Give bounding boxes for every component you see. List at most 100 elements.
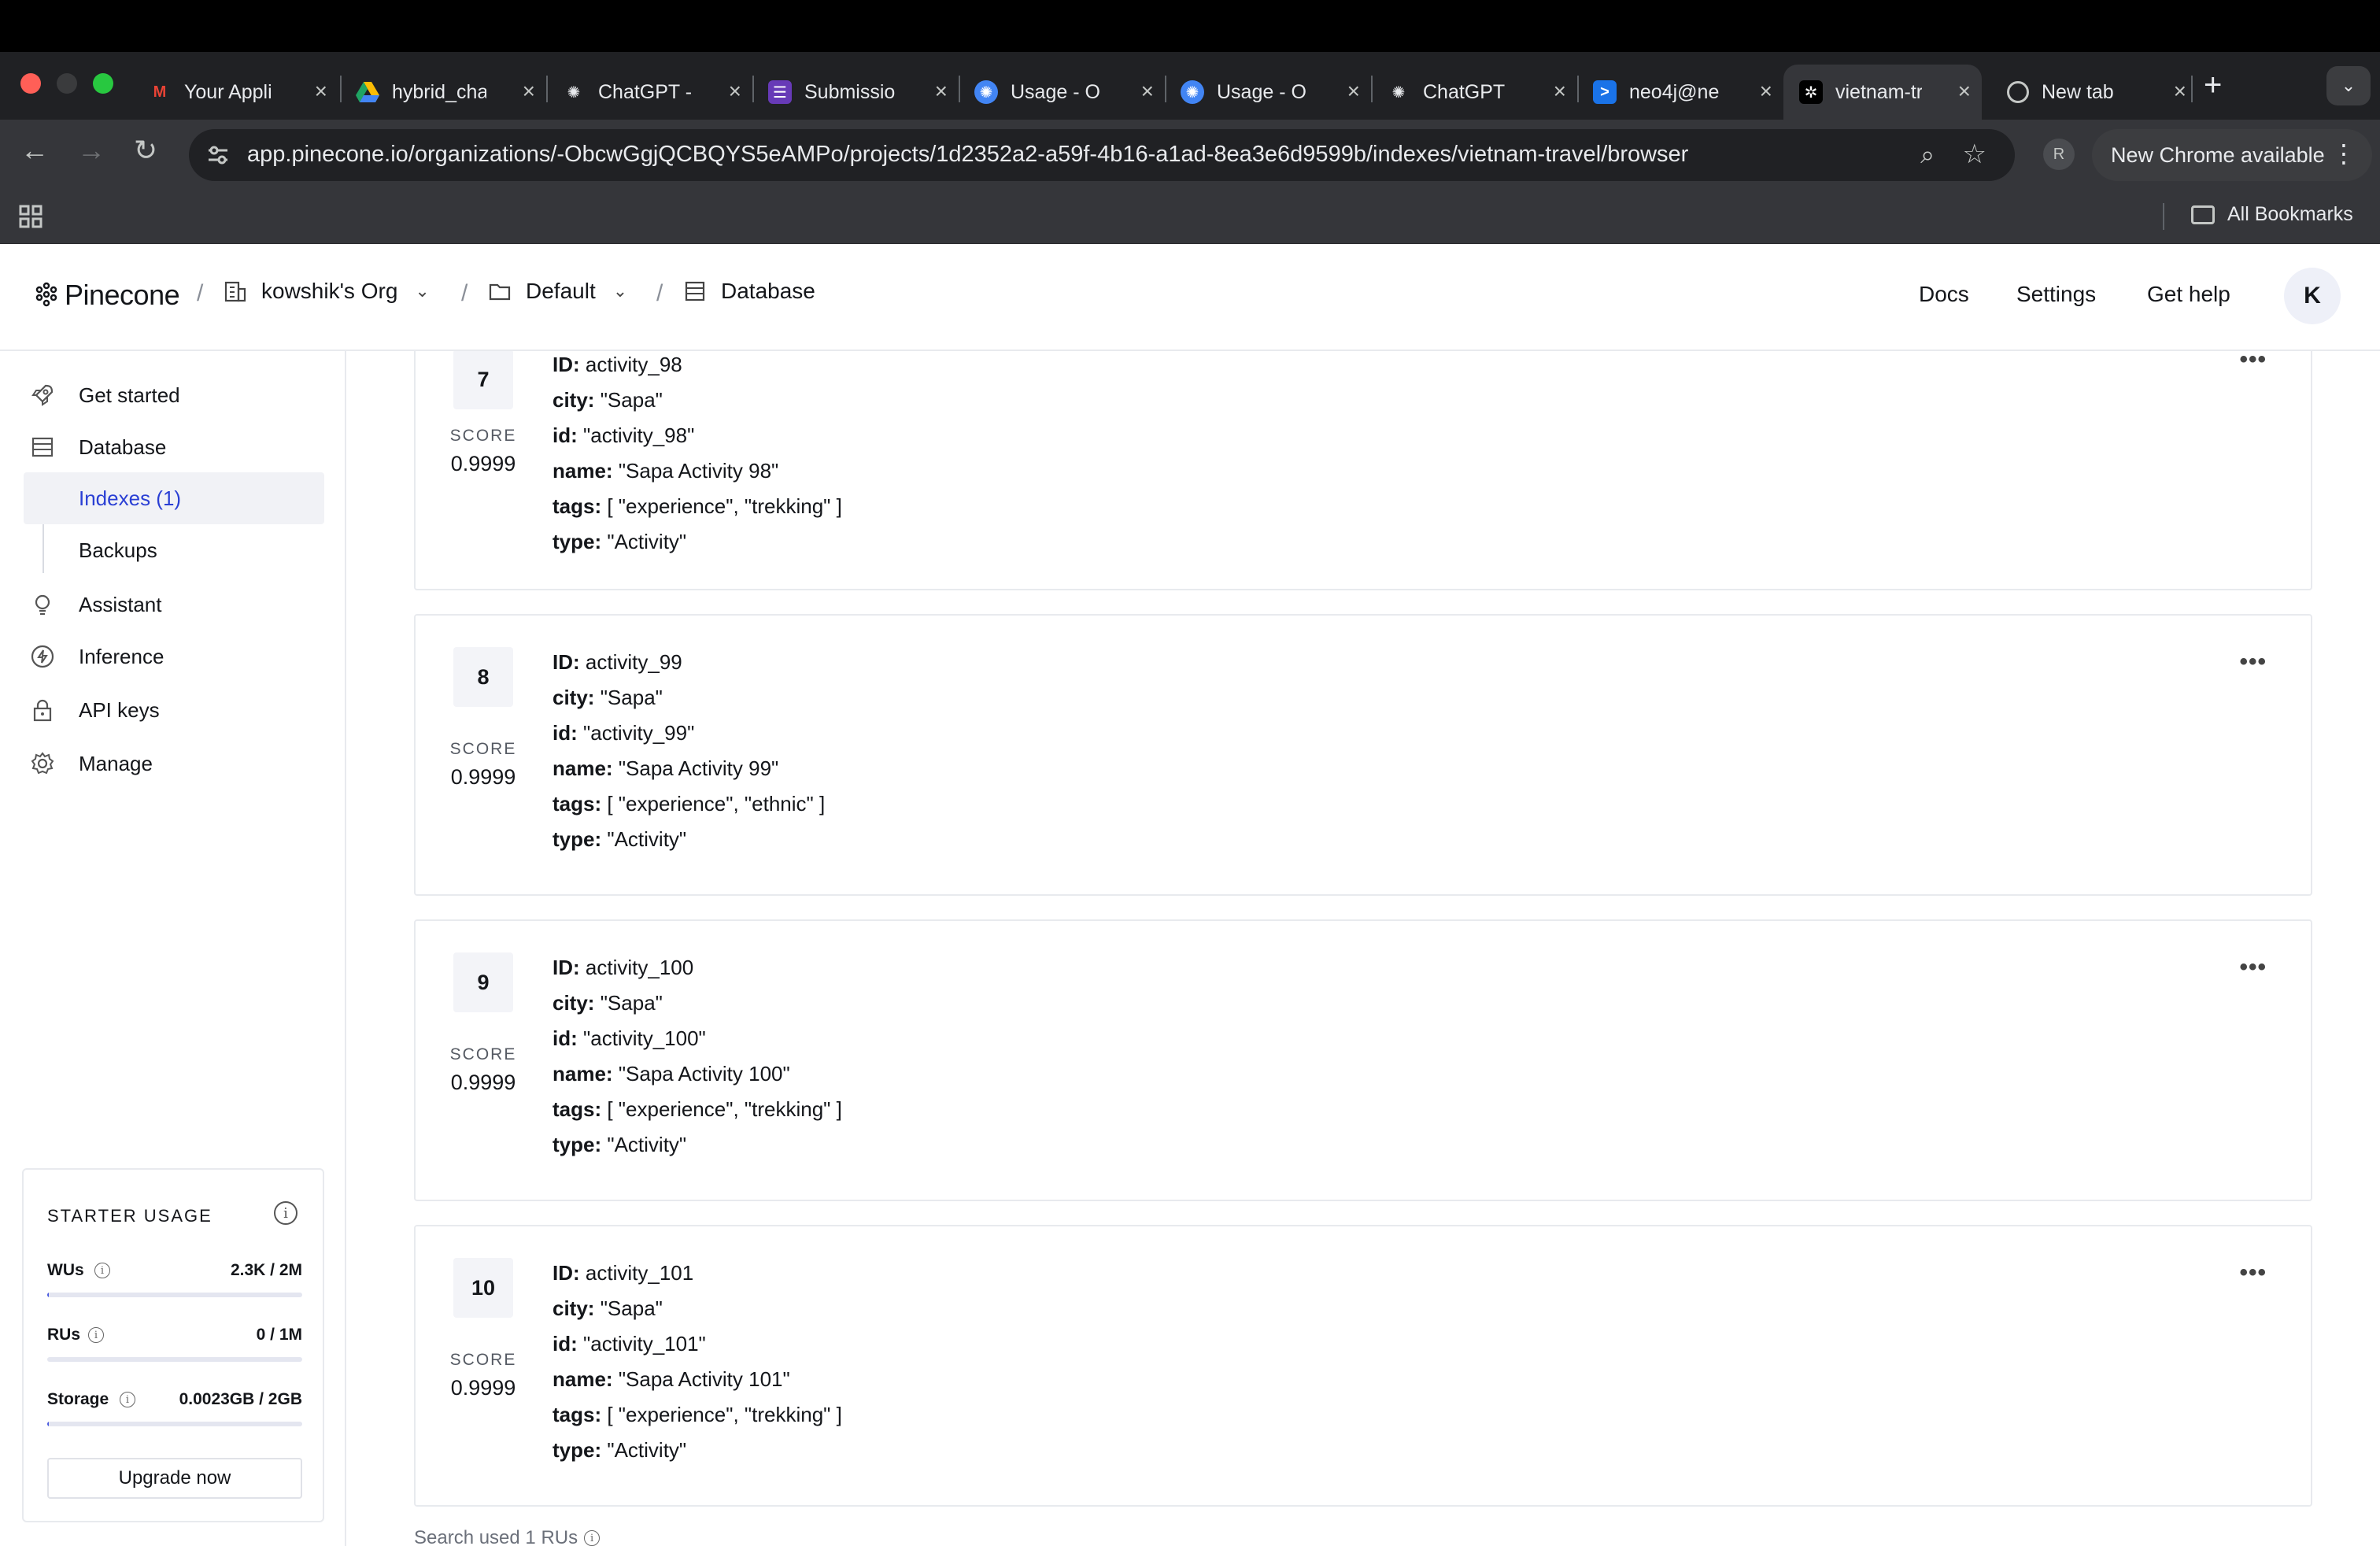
browser-tab[interactable]: ✺ Usage - O × — [959, 65, 1165, 120]
sidebar-item-backups[interactable]: Backups — [24, 524, 324, 576]
tab-search-button[interactable]: ⌄ — [2326, 66, 2371, 105]
minimize-window-button[interactable] — [57, 73, 77, 94]
close-tab-icon[interactable]: × — [315, 79, 327, 104]
forward-button[interactable]: → — [77, 134, 105, 167]
user-avatar[interactable]: K — [2284, 268, 2341, 324]
close-window-button[interactable] — [20, 73, 41, 94]
field-row-city: city: "Sapa" — [552, 686, 663, 709]
close-tab-icon[interactable]: × — [1141, 79, 1154, 104]
sidebar-item-api-keys[interactable]: API keys — [30, 697, 160, 723]
usage-bar-fill — [47, 1422, 49, 1426]
chatgpt-icon: ✺ — [1391, 83, 1406, 102]
close-tab-icon[interactable]: × — [1347, 79, 1360, 104]
get-help-link[interactable]: Get help — [2147, 282, 2230, 307]
more-options-icon[interactable]: ••• — [2239, 649, 2267, 675]
chevron-down-icon: ⌄ — [612, 281, 628, 301]
all-bookmarks-button[interactable]: All Bookmarks — [2191, 203, 2353, 226]
field-row-type: type: "Activity" — [552, 1133, 687, 1156]
system-menu-bar — [0, 0, 2380, 52]
breadcrumb-org[interactable]: kowshik's Org ⌄ — [224, 279, 430, 304]
browser-tab[interactable]: New tab × — [1991, 65, 2197, 120]
field-row-name: name: "Sapa Activity 100" — [552, 1062, 790, 1086]
browser-tab[interactable]: > neo4j@ne × — [1577, 65, 1783, 120]
sidebar-item-inference[interactable]: Inference — [30, 644, 164, 669]
close-tab-icon[interactable]: × — [935, 79, 948, 104]
browser-tab[interactable]: ✺ Usage - O × — [1165, 65, 1371, 120]
browser-tab[interactable]: hybrid_cha × — [340, 65, 546, 120]
info-icon[interactable]: i — [120, 1392, 135, 1407]
record-fields: ID: activity_101 city: "Sapa" id: "activ… — [552, 1261, 842, 1474]
lightbulb-icon — [35, 594, 50, 616]
rocket-icon — [31, 384, 54, 406]
url-text[interactable]: app.pinecone.io/organizations/-ObcwGgjQC… — [247, 142, 1688, 168]
info-icon[interactable]: i — [584, 1530, 601, 1546]
browser-tab-active[interactable]: ✲ vietnam-tr × — [1783, 65, 1982, 120]
field-row-id: id: "activity_98" — [552, 423, 695, 447]
breadcrumb-separator: / — [197, 280, 204, 306]
more-options-icon[interactable]: ••• — [2239, 1259, 2267, 1286]
tab-divider — [2191, 76, 2193, 102]
sidebar-item-indexes[interactable]: Indexes (1) — [24, 472, 324, 524]
chrome-update-button[interactable]: New Chrome available ⋮ — [2092, 129, 2372, 181]
forms-icon: ☰ — [768, 80, 792, 104]
field-row-name: name: "Sapa Activity 99" — [552, 756, 779, 780]
close-tab-icon[interactable]: × — [1554, 79, 1566, 104]
upgrade-now-button[interactable]: Upgrade now — [47, 1458, 302, 1499]
record-fields: ID: activity_100 city: "Sapa" id: "activ… — [552, 956, 842, 1168]
breadcrumb-separator: / — [461, 280, 468, 306]
docs-link[interactable]: Docs — [1919, 282, 1969, 307]
more-vert-icon[interactable]: ⋮ — [2331, 139, 2356, 168]
field-row-type: type: "Activity" — [552, 827, 687, 851]
zoom-icon[interactable]: ⌕ — [1920, 140, 1935, 170]
close-tab-icon[interactable]: × — [1760, 79, 1772, 104]
zoom-window-button[interactable] — [93, 73, 113, 94]
site-info-icon[interactable] — [206, 143, 230, 167]
breadcrumb-project[interactable]: Default ⌄ — [488, 279, 627, 304]
field-row-id: id: "activity_101" — [552, 1332, 706, 1356]
chatgpt-icon: ✺ — [567, 83, 581, 102]
more-options-icon[interactable]: ••• — [2239, 954, 2267, 981]
pinecone-logo[interactable]: Pinecone — [33, 279, 180, 312]
sidebar-item-manage[interactable]: Manage — [30, 751, 153, 776]
terminal-icon: > — [1593, 80, 1617, 104]
browser-tab[interactable]: M Your Appli × — [132, 65, 338, 120]
info-icon[interactable]: i — [274, 1201, 298, 1225]
field-row-id: id: "activity_99" — [552, 721, 695, 745]
building-icon — [224, 281, 246, 302]
folder-icon — [489, 283, 511, 301]
result-record: 9 SCORE 0.9999 ID: activity_100 city: "S… — [414, 919, 2312, 1201]
close-tab-icon[interactable]: × — [729, 79, 741, 104]
usage-bar — [47, 1293, 302, 1297]
bookmark-star-icon[interactable]: ☆ — [1963, 139, 1986, 170]
score-label: SCORE — [449, 740, 517, 758]
lock-icon — [33, 699, 52, 722]
reload-button[interactable]: ↻ — [134, 134, 157, 167]
score-value: 0.9999 — [450, 1071, 516, 1094]
address-bar[interactable]: app.pinecone.io/organizations/-ObcwGgjQC… — [189, 129, 2015, 181]
close-tab-icon[interactable]: × — [2174, 79, 2186, 104]
breadcrumb-section[interactable]: Database — [683, 279, 815, 304]
score-label: SCORE — [449, 1045, 517, 1063]
database-icon — [685, 281, 705, 301]
apps-grid-icon[interactable] — [19, 205, 42, 228]
close-tab-icon[interactable]: × — [1958, 79, 1971, 104]
profile-avatar[interactable]: R — [2043, 139, 2075, 170]
browser-tab[interactable]: ✺ ChatGPT - × — [546, 65, 752, 120]
result-record: 7 SCORE 0.9999 ID: activity_98 city: "Sa… — [414, 351, 2312, 590]
sidebar-item-database[interactable]: Database — [30, 435, 166, 460]
more-options-icon[interactable]: ••• — [2239, 351, 2267, 373]
back-button[interactable]: ← — [20, 134, 49, 167]
openai-icon: ✺ — [974, 80, 998, 104]
browser-tab[interactable]: ☰ Submissio × — [752, 65, 959, 120]
openai-icon: ✺ — [1181, 80, 1204, 104]
sidebar-item-assistant[interactable]: Assistant — [30, 592, 162, 617]
field-row-type: type: "Activity" — [552, 1438, 687, 1462]
new-tab-button[interactable]: + — [2204, 68, 2222, 103]
close-tab-icon[interactable]: × — [523, 79, 535, 104]
score-value: 0.9999 — [450, 1376, 516, 1400]
settings-link[interactable]: Settings — [2016, 282, 2096, 307]
info-icon[interactable]: i — [88, 1327, 104, 1343]
info-icon[interactable]: i — [94, 1263, 110, 1278]
browser-tab[interactable]: ✺ ChatGPT × — [1371, 65, 1577, 120]
sidebar-item-get-started[interactable]: Get started — [30, 383, 180, 408]
